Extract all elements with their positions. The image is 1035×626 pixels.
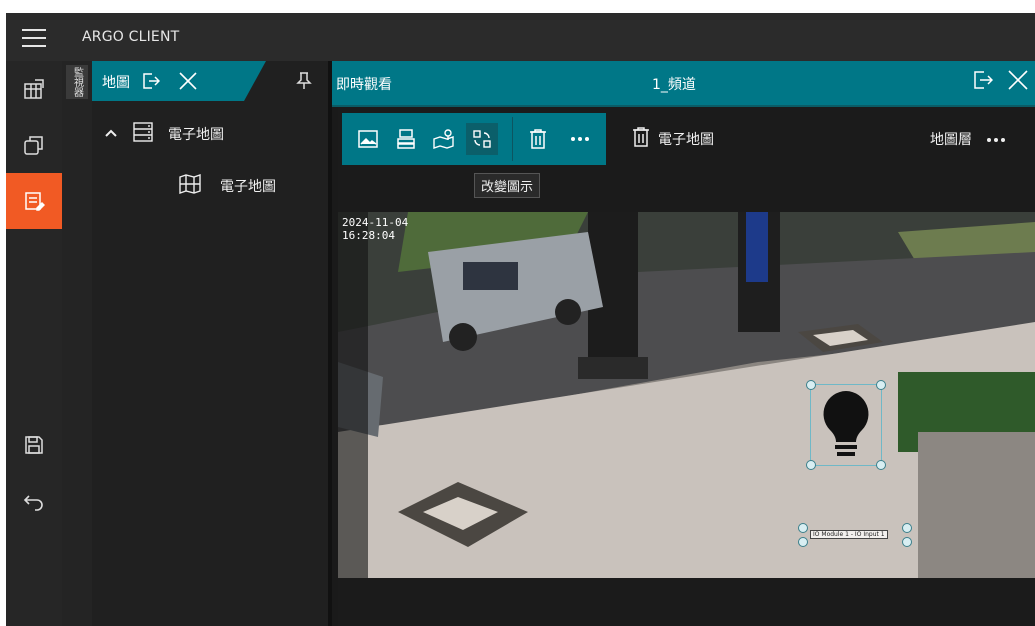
channel-title: 1_頻道	[652, 77, 696, 93]
map-panel-tab-notch	[244, 61, 266, 101]
detach-icon[interactable]	[973, 70, 994, 94]
pin-icon[interactable]	[296, 71, 312, 93]
live-view-title: 即時觀看	[336, 77, 392, 93]
tree-item-child[interactable]: 電子地圖	[178, 173, 276, 199]
map-marker-icon[interactable]	[428, 123, 460, 155]
tree-item-label: 電子地圖	[168, 127, 224, 143]
trash-icon[interactable]	[522, 123, 554, 155]
side-tab[interactable]: 監視器	[62, 61, 93, 626]
close-icon[interactable]	[1007, 69, 1029, 95]
windows-icon[interactable]	[6, 117, 62, 173]
layer-group: 地圖層	[930, 113, 1006, 165]
app-window: ARGO CLIENT 監視器 地圖 電子地圖 電子地圖 即時觀看 1_頻道 電…	[6, 13, 1035, 626]
map-panel: 地圖 電子地圖 電子地圖	[92, 61, 328, 626]
io-module-label-selection[interactable]: IO Module 1 - IO Input 1	[798, 523, 912, 547]
hamburger-menu-icon[interactable]	[14, 24, 54, 52]
timestamp-time: 16:28:04	[342, 229, 395, 242]
resize-handle[interactable]	[876, 460, 886, 470]
image-icon[interactable]	[352, 123, 384, 155]
app-title: ARGO CLIENT	[82, 29, 180, 45]
layer-label[interactable]: 地圖層	[930, 129, 972, 149]
resize-handle[interactable]	[806, 460, 816, 470]
resize-handle[interactable]	[806, 380, 816, 390]
live-view-header: 即時觀看 1_頻道	[332, 61, 1035, 107]
chevron-up-icon[interactable]	[104, 126, 118, 142]
resize-handle[interactable]	[902, 537, 912, 547]
header-actions	[973, 69, 1029, 95]
map-group-icon	[132, 121, 154, 147]
detach-icon[interactable]	[142, 72, 161, 94]
resize-handle[interactable]	[876, 380, 886, 390]
close-icon[interactable]	[178, 71, 198, 95]
lightbulb-icon	[817, 387, 875, 467]
tree-item-root[interactable]: 電子地圖	[104, 121, 224, 147]
map-icon	[178, 173, 202, 199]
tooltip: 改變圖示	[474, 173, 541, 198]
undo-icon[interactable]	[6, 473, 62, 529]
resize-handle[interactable]	[798, 537, 808, 547]
camera-map-image[interactable]: 2024-11-04 16:28:04 IO Module 1 - IO Inp…	[338, 212, 1035, 578]
map-panel-tab[interactable]: 地圖	[92, 61, 244, 101]
resize-handle[interactable]	[798, 523, 808, 533]
change-icon-button[interactable]	[466, 123, 498, 155]
side-tab-label: 監視器	[71, 67, 83, 97]
emap-edit-icon[interactable]	[6, 173, 62, 229]
tree-item-label: 電子地圖	[220, 179, 276, 195]
context-label: 電子地圖	[658, 132, 714, 148]
emap-toolbar	[342, 113, 606, 165]
resize-handle[interactable]	[902, 523, 912, 533]
more-icon[interactable]	[564, 123, 596, 155]
io-module-label: IO Module 1 - IO Input 1	[810, 530, 888, 539]
context-group: 電子地圖	[632, 113, 714, 165]
map-panel-tab-label: 地圖	[102, 75, 130, 91]
toolbar-separator	[512, 117, 513, 161]
save-icon[interactable]	[6, 417, 62, 473]
more-icon[interactable]	[986, 131, 1006, 147]
live-view-panel: 即時觀看 1_頻道 電子地圖 地圖層 改變圖示 2024-11-04 16:28…	[332, 61, 1035, 626]
lightbulb-device-selection[interactable]	[806, 380, 886, 470]
left-nav	[6, 61, 62, 626]
monitor-layout-icon[interactable]	[6, 61, 62, 117]
trash-icon[interactable]	[632, 127, 650, 151]
camera-scene	[338, 212, 1035, 578]
title-bar: ARGO CLIENT	[6, 13, 1035, 61]
timestamp-date: 2024-11-04	[342, 216, 409, 229]
timestamp: 2024-11-04 16:28:04	[342, 216, 408, 242]
layout-grid-icon[interactable]	[390, 123, 422, 155]
side-tab-label-box[interactable]: 監視器	[66, 65, 88, 99]
